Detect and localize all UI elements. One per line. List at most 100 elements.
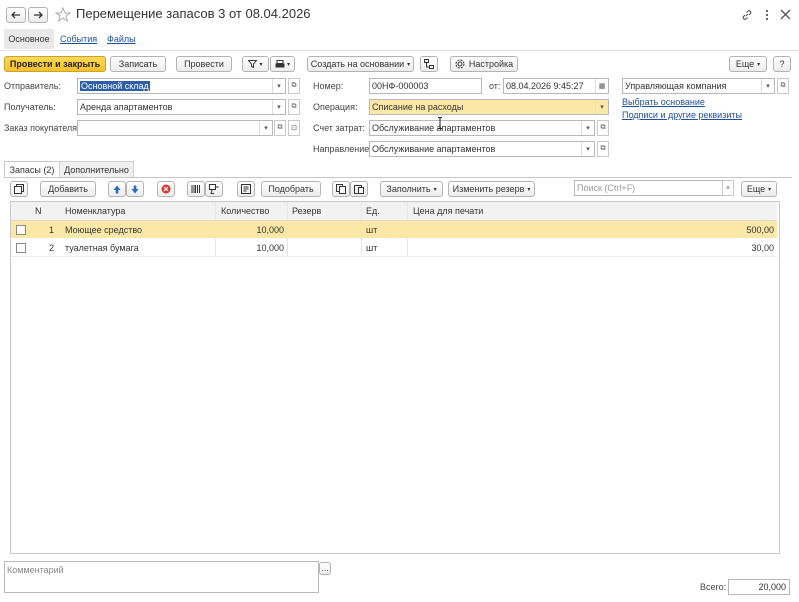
fill-button[interactable]: Заполнить ▾: [380, 181, 443, 197]
open-icon[interactable]: ⧉: [597, 120, 609, 136]
structure-icon: [424, 59, 434, 69]
column-header-quantity[interactable]: Количество: [221, 202, 269, 220]
copy-list-button[interactable]: [10, 181, 28, 197]
table-more-button[interactable]: Еще ▾: [741, 181, 777, 197]
post-button[interactable]: Провести: [176, 56, 232, 72]
catalog-button[interactable]: [237, 181, 255, 197]
chevron-down-icon[interactable]: ▾: [272, 79, 285, 93]
printer-icon: [275, 59, 285, 67]
chevron-down-icon[interactable]: ▾: [595, 100, 608, 114]
tab-additional[interactable]: Дополнительно: [59, 161, 134, 178]
cost-account-field[interactable]: Обслуживание апартаментов ▾: [369, 120, 595, 136]
search-input[interactable]: Поиск (Ctrl+F): [574, 180, 723, 196]
column-header-n[interactable]: N: [35, 202, 42, 220]
row-number: 2: [49, 242, 55, 253]
arrow-right-icon: [34, 11, 43, 19]
signatures-link[interactable]: Подписи и другие реквизиты: [622, 110, 742, 120]
chevron-down-icon[interactable]: ▾: [761, 79, 774, 93]
save-button[interactable]: Записать: [110, 56, 166, 72]
arrow-down-icon: [131, 185, 139, 193]
row-print-price[interactable]: 500,00: [671, 221, 774, 238]
sender-field[interactable]: Основной склад ▾: [77, 78, 286, 94]
delete-button[interactable]: [157, 181, 175, 197]
column-header-unit[interactable]: Ед.: [366, 202, 380, 220]
calendar-icon[interactable]: ▦: [595, 79, 608, 93]
close-icon[interactable]: [780, 9, 791, 20]
barcode-button[interactable]: [187, 181, 205, 197]
comment-expand-button[interactable]: …: [319, 562, 331, 575]
choose-basis-link[interactable]: Выбрать основание: [622, 97, 705, 107]
add-button[interactable]: Добавить: [40, 181, 96, 197]
row-quantity[interactable]: 10,000: [216, 239, 284, 256]
column-separator: [287, 202, 288, 256]
tab-files[interactable]: Файлы: [107, 34, 136, 44]
company-field[interactable]: Управляющая компания ▾: [622, 78, 775, 94]
row-quantity[interactable]: 10,000: [216, 221, 284, 238]
move-down-button[interactable]: [126, 181, 144, 197]
pick-button[interactable]: Подобрать: [261, 181, 321, 197]
star-icon[interactable]: [55, 7, 71, 22]
row-print-price[interactable]: 30,00: [671, 239, 774, 256]
row-unit[interactable]: шт: [366, 221, 377, 238]
column-header-item[interactable]: Номенклатура: [65, 202, 125, 220]
chevron-down-icon[interactable]: ▾: [581, 142, 594, 156]
row-checkbox[interactable]: [16, 239, 26, 256]
tab-stocks[interactable]: Запасы (2): [4, 161, 60, 178]
receiver-field[interactable]: Аренда апартаментов ▾: [77, 99, 286, 115]
table-header: N Номенклатура Количество Резерв Ед. Цен…: [11, 202, 777, 221]
delete-icon: [161, 184, 171, 194]
date-field[interactable]: 08.04.2026 9:45:27 ▦: [503, 78, 609, 94]
row-item[interactable]: Моющее средство: [65, 221, 142, 238]
scanner-button[interactable]: [205, 181, 223, 197]
print-dropdown-button[interactable]: ▾: [270, 56, 295, 72]
row-item[interactable]: туалетная бумага: [65, 239, 139, 256]
more-icon[interactable]: [762, 9, 772, 21]
create-based-on-button[interactable]: Создать на основании ▾: [307, 56, 414, 72]
forward-button[interactable]: [28, 7, 48, 23]
clear-search-icon[interactable]: ×: [722, 180, 734, 196]
operation-select[interactable]: Списание на расходы ▾: [369, 99, 609, 115]
move-up-button[interactable]: [108, 181, 126, 197]
tab-events[interactable]: События: [60, 34, 97, 44]
chevron-down-icon: ▾: [407, 61, 411, 68]
copy-rows-icon: [336, 184, 346, 194]
table-row[interactable]: 2 туалетная бумага 10,000 шт 30,00: [11, 239, 777, 257]
paste-icon: [354, 185, 364, 194]
change-reserve-button[interactable]: Изменить резерв ▾: [448, 181, 535, 197]
direction-field[interactable]: Обслуживание апартаментов ▾: [369, 141, 595, 157]
comment-field[interactable]: Комментарий: [4, 561, 319, 593]
link-icon[interactable]: [741, 9, 753, 21]
settings-button[interactable]: Настройка: [450, 56, 518, 72]
filter-dropdown-button[interactable]: ▾: [242, 56, 269, 72]
text-cursor-icon: [438, 117, 442, 129]
back-button[interactable]: [6, 7, 26, 23]
structure-button[interactable]: [420, 56, 438, 72]
cost-account-label: Счет затрат:: [313, 123, 365, 133]
open-icon[interactable]: ⧉: [288, 78, 300, 94]
chevron-down-icon[interactable]: ▾: [259, 121, 272, 135]
chevron-down-icon: ▾: [433, 186, 437, 193]
chevron-down-icon[interactable]: ▾: [581, 121, 594, 135]
open-icon[interactable]: ⧉: [288, 99, 300, 115]
paste-rows-button[interactable]: [350, 181, 368, 197]
row-checkbox[interactable]: [16, 221, 26, 238]
table-row[interactable]: 1 Моющее средство 10,000 шт 500,00: [11, 221, 777, 238]
more-button[interactable]: Еще ▾: [729, 56, 767, 72]
open-icon[interactable]: ⧉: [597, 141, 609, 157]
total-field: 20,000: [728, 579, 790, 595]
help-button[interactable]: ?: [773, 56, 791, 72]
open-icon[interactable]: ⧉: [777, 78, 789, 94]
open-icon[interactable]: ⧉: [274, 120, 286, 136]
number-field[interactable]: 00НФ-000003: [369, 78, 482, 94]
post-and-close-button[interactable]: Провести и закрыть: [4, 56, 106, 72]
row-unit[interactable]: шт: [366, 239, 377, 256]
filter-icon: [248, 60, 258, 68]
chevron-down-icon[interactable]: ▾: [272, 100, 285, 114]
add-document-icon[interactable]: ⊡: [288, 120, 300, 136]
catalog-icon: [241, 184, 251, 194]
column-header-reserve[interactable]: Резерв: [292, 202, 321, 220]
copy-rows-button[interactable]: [332, 181, 350, 197]
column-header-print-price[interactable]: Цена для печати: [413, 202, 483, 220]
tab-main[interactable]: Основное: [4, 29, 54, 49]
order-field[interactable]: ▾: [77, 120, 273, 136]
